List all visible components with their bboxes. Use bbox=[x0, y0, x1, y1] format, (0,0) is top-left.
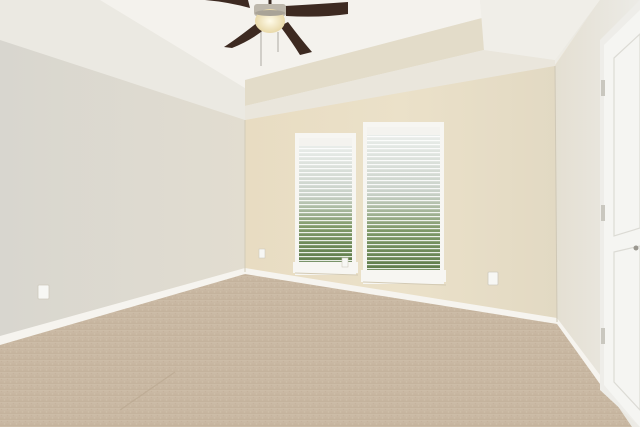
door bbox=[600, 0, 640, 427]
window-left bbox=[293, 133, 359, 276]
outlet-back-wall-right bbox=[487, 271, 499, 286]
outlet-back-wall-left bbox=[258, 248, 266, 259]
room-illustration bbox=[0, 0, 640, 427]
window-right bbox=[361, 122, 447, 286]
door-knob bbox=[633, 245, 639, 251]
outlet-back-wall-center bbox=[341, 257, 349, 268]
outlet-left-wall bbox=[37, 284, 50, 300]
room-photo bbox=[0, 0, 640, 427]
